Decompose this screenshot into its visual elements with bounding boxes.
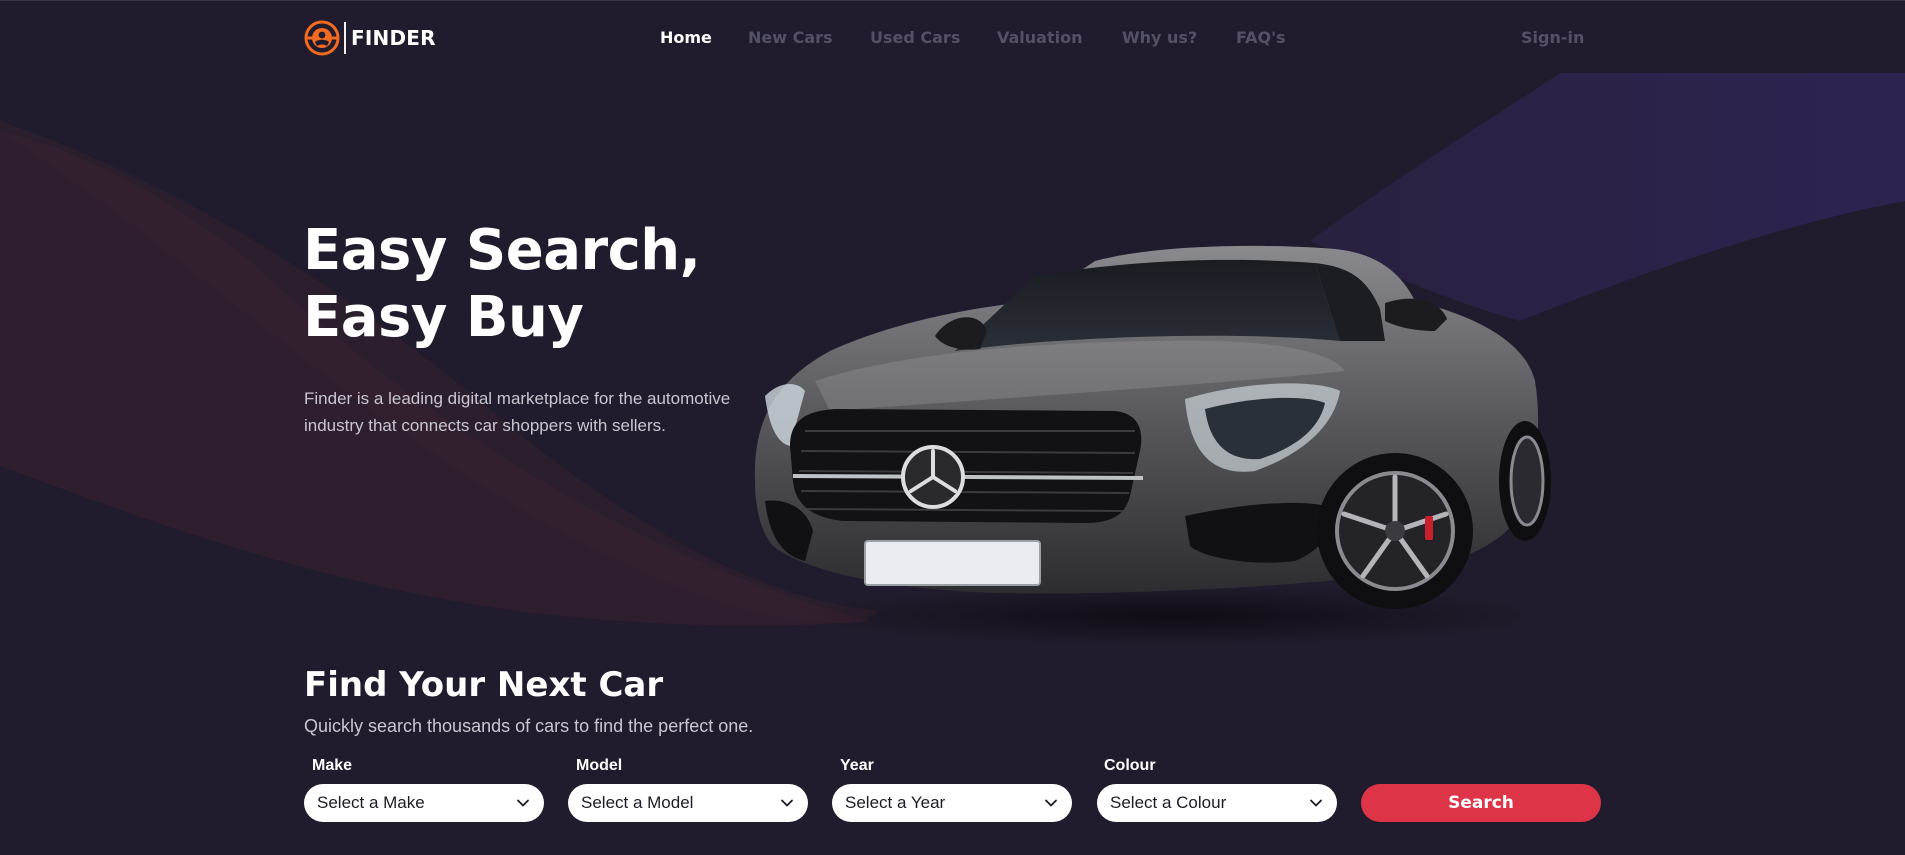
finder-title: Find Your Next Car	[304, 665, 664, 705]
model-label: Model	[576, 757, 623, 774]
make-select-value: Select a Make	[317, 793, 425, 812]
finder-subtitle: Quickly search thousands of cars to find…	[304, 716, 754, 736]
car-image	[754, 245, 1555, 646]
hero-description: Finder is a leading digital marketplace …	[304, 389, 731, 435]
sign-in-link[interactable]: Sign-in	[1521, 28, 1584, 48]
colour-select[interactable]: Select a Colour	[1097, 784, 1337, 822]
search-button[interactable]: Search	[1361, 784, 1601, 822]
nav-link-faqs[interactable]: FAQ's	[1236, 28, 1286, 48]
page: FINDER Home New Cars Used Cars Valuation…	[0, 0, 1905, 855]
make-label: Make	[312, 757, 353, 774]
chevron-down-icon	[517, 799, 529, 807]
nav-link-home[interactable]: Home	[660, 28, 712, 48]
brand-divider	[344, 22, 346, 54]
chevron-down-icon	[1045, 799, 1057, 807]
nav-link-valuation[interactable]: Valuation	[997, 28, 1083, 48]
nav-link-why-us[interactable]: Why us?	[1122, 28, 1197, 48]
brand[interactable]: FINDER	[304, 20, 436, 56]
make-select[interactable]: Select a Make	[304, 784, 544, 822]
colour-select-value: Select a Colour	[1110, 793, 1227, 812]
brand-name: FINDER	[351, 26, 436, 50]
model-select[interactable]: Select a Model	[568, 784, 808, 822]
model-select-value: Select a Model	[581, 793, 694, 812]
colour-label: Colour	[1104, 757, 1156, 774]
top-nav: FINDER Home New Cars Used Cars Valuation…	[0, 1, 1905, 73]
year-label: Year	[840, 757, 874, 774]
nav-link-new-cars[interactable]: New Cars	[748, 28, 833, 48]
steering-wheel-icon	[304, 20, 340, 56]
chevron-down-icon	[781, 799, 793, 807]
year-select[interactable]: Select a Year	[832, 784, 1072, 822]
chevron-down-icon	[1310, 799, 1322, 807]
hero-title: Easy Search, Easy Buy	[303, 217, 783, 351]
nav-link-used-cars[interactable]: Used Cars	[870, 28, 960, 48]
year-select-value: Select a Year	[845, 793, 946, 812]
hero-title-line-1: Easy Search,	[303, 218, 701, 283]
hero-title-line-2: Easy Buy	[303, 285, 584, 350]
